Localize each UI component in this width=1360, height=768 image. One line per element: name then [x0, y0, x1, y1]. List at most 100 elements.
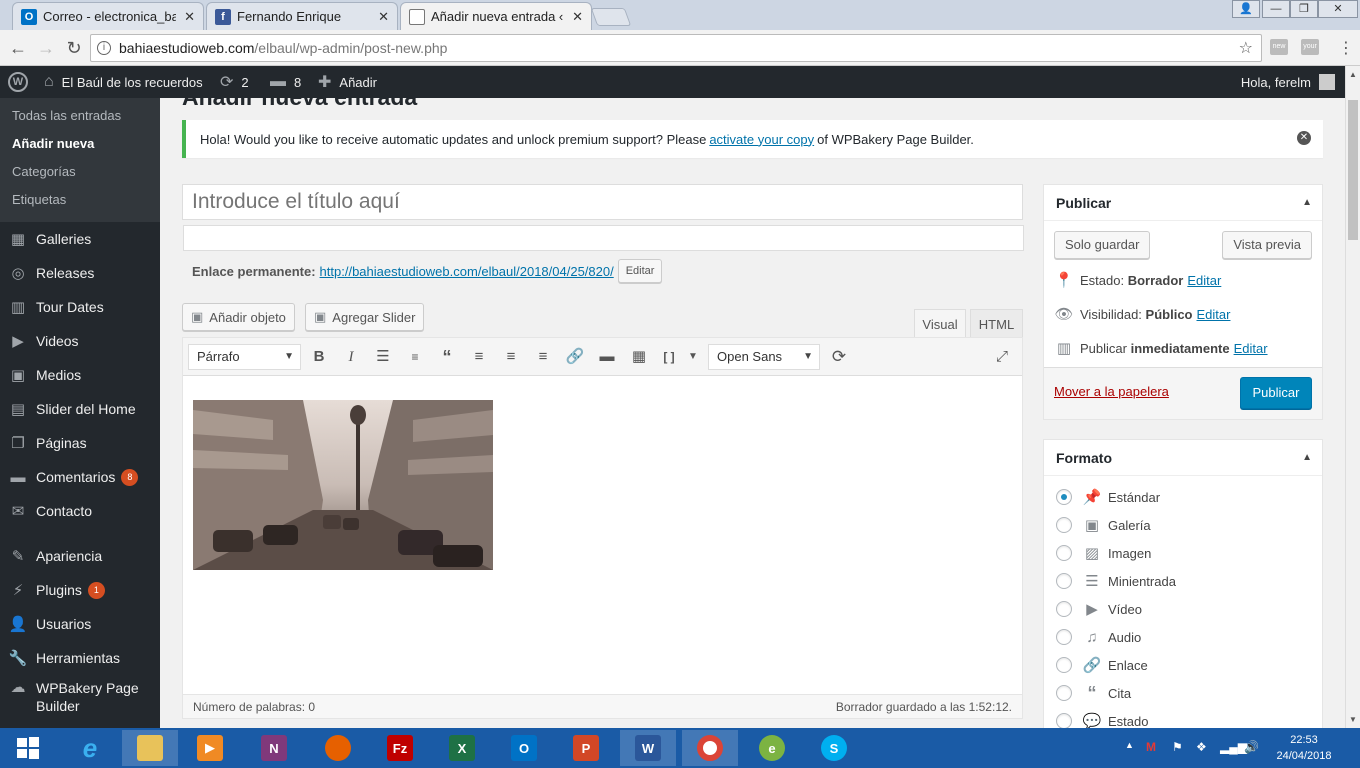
format-box-header[interactable]: Formato ▲	[1044, 440, 1322, 476]
forward-icon[interactable]: →	[34, 36, 58, 60]
menu-galleries[interactable]: ▦ Galleries	[0, 222, 160, 256]
move-to-trash-link[interactable]: Mover a la papelera	[1054, 384, 1169, 399]
format-option-gallery[interactable]: ▣ Galería	[1056, 515, 1151, 535]
link-icon[interactable]: 🔗	[564, 347, 586, 367]
close-tab-icon[interactable]: ✕	[184, 9, 195, 25]
menu-users[interactable]: 👤 Usuarios	[0, 607, 160, 641]
browser-tab-facebook[interactable]: f Fernando Enrique ✕	[206, 2, 398, 30]
taskbar-dreamweaver[interactable]: e	[744, 730, 800, 766]
tab-html[interactable]: HTML	[970, 309, 1023, 338]
volume-icon[interactable]: 🔊	[1244, 740, 1259, 754]
extension-icon[interactable]: new	[1270, 39, 1288, 55]
radio-button[interactable]	[1056, 545, 1072, 561]
profile-icon[interactable]: 👤	[1232, 0, 1260, 18]
close-tab-icon[interactable]: ✕	[572, 9, 583, 25]
edit-status-link[interactable]: Editar	[1187, 273, 1221, 288]
submenu-tags[interactable]: Etiquetas	[0, 186, 160, 214]
menu-tools[interactable]: 🔧 Herramientas	[0, 641, 160, 675]
scrollbar-thumb[interactable]	[1348, 100, 1358, 240]
radio-button[interactable]	[1056, 489, 1072, 505]
signal-icon[interactable]: ▂▄▆	[1220, 740, 1247, 754]
radio-button[interactable]	[1056, 657, 1072, 673]
format-option-image[interactable]: ▨ Imagen	[1056, 543, 1151, 563]
fullscreen-icon[interactable]: ⤢	[991, 347, 1013, 367]
scroll-down-arrow-icon[interactable]: ▼	[1349, 715, 1357, 724]
taskbar-file-explorer[interactable]	[122, 730, 178, 766]
edit-permalink-button[interactable]: Editar	[617, 259, 663, 283]
font-select[interactable]: Open Sans ▼	[708, 344, 820, 370]
extension-icon[interactable]: your	[1301, 39, 1319, 55]
blockquote-icon[interactable]: “	[436, 347, 458, 367]
add-slider-button[interactable]: ▣ Agregar Slider	[305, 303, 425, 331]
format-option-quote[interactable]: “Cita	[1056, 683, 1131, 703]
preview-button[interactable]: Vista previa	[1222, 231, 1312, 259]
taskbar-outlook[interactable]: O	[496, 730, 552, 766]
numbered-list-icon[interactable]: ≡	[404, 347, 426, 367]
add-new-link[interactable]: ✚ Añadir	[318, 66, 377, 98]
browser-tab-correo[interactable]: O Correo - electronica_bah ✕	[12, 2, 204, 30]
scroll-up-arrow-icon[interactable]: ▲	[1349, 70, 1357, 79]
permalink-url[interactable]: http://bahiaestudioweb.com/elbaul/2018/0…	[320, 264, 614, 279]
title-subfield[interactable]	[183, 225, 1024, 251]
taskbar-excel[interactable]: X	[434, 730, 490, 766]
menu-tour-dates[interactable]: ▥ Tour Dates	[0, 290, 160, 324]
taskbar-firefox[interactable]	[310, 730, 366, 766]
menu-comments[interactable]: ▬ Comentarios 8	[0, 460, 160, 494]
align-left-icon[interactable]: ≡	[468, 347, 490, 367]
format-option-standard[interactable]: 📌 Estándar	[1056, 487, 1160, 507]
wordpress-logo-icon[interactable]: W	[8, 66, 28, 98]
post-title-input[interactable]	[182, 184, 1023, 220]
radio-button[interactable]	[1056, 629, 1072, 645]
taskbar-chrome[interactable]	[682, 730, 738, 766]
comments-link[interactable]: ▬ 8	[270, 66, 301, 98]
format-option-status[interactable]: 💬 Estado	[1056, 711, 1148, 728]
menu-appearance[interactable]: ✎ Apariencia	[0, 539, 160, 573]
minimize-button[interactable]: —	[1262, 0, 1290, 18]
format-option-link[interactable]: 🔗 Enlace	[1056, 655, 1148, 675]
format-option-video[interactable]: ▶ Vídeo	[1056, 599, 1142, 619]
edit-schedule-link[interactable]: Editar	[1234, 341, 1268, 356]
radio-button[interactable]	[1056, 713, 1072, 728]
system-clock[interactable]: 22:53 24/04/2018	[1268, 732, 1340, 764]
taskbar-internet-explorer[interactable]: e	[62, 730, 118, 766]
menu-media[interactable]: ▣ Medios	[0, 358, 160, 392]
align-center-icon[interactable]: ≡	[500, 347, 522, 367]
menu-plugins[interactable]: ⚡ Plugins 1	[0, 573, 160, 607]
my-account-link[interactable]: Hola, ferelm	[1241, 66, 1335, 98]
format-option-audio[interactable]: ♫ Audio	[1056, 627, 1141, 647]
taskbar-skype[interactable]: S	[806, 730, 862, 766]
publish-box-header[interactable]: Publicar ▲	[1044, 185, 1322, 221]
menu-pages[interactable]: ❐ Páginas	[0, 426, 160, 460]
submenu-add-new[interactable]: Añadir nueva	[0, 130, 160, 158]
radio-button[interactable]	[1056, 601, 1072, 617]
add-media-button[interactable]: ▣ Añadir objeto	[182, 303, 295, 331]
restore-button[interactable]: ❐	[1290, 0, 1318, 18]
menu-videos[interactable]: ▶ Videos	[0, 324, 160, 358]
toolbar-toggle-icon[interactable]: ▦	[628, 347, 650, 367]
dismiss-notice-icon[interactable]: ✕	[1297, 131, 1311, 145]
tab-visual[interactable]: Visual	[914, 309, 966, 338]
new-tab-button[interactable]	[590, 8, 632, 26]
close-tab-icon[interactable]: ✕	[378, 9, 389, 25]
collapse-arrow-icon[interactable]: ▲	[1302, 440, 1312, 476]
submenu-categories[interactable]: Categorías	[0, 158, 160, 186]
updates-link[interactable]: ⟳ 2	[220, 66, 249, 98]
bullet-list-icon[interactable]: ☰	[372, 347, 394, 367]
radio-button[interactable]	[1056, 573, 1072, 589]
refresh-icon[interactable]: ⟳	[828, 347, 850, 367]
page-scrollbar[interactable]: ▲ ▼	[1345, 66, 1360, 728]
submenu-all-posts[interactable]: Todas las entradas	[0, 102, 160, 130]
taskbar-media-player[interactable]: ▶	[182, 730, 238, 766]
taskbar-powerpoint[interactable]: P	[558, 730, 614, 766]
shortcode-dropdown-icon[interactable]: ▼	[682, 347, 704, 367]
taskbar-filezilla[interactable]: Fz	[372, 730, 428, 766]
read-more-icon[interactable]: ▬	[596, 347, 618, 367]
address-bar[interactable]: i bahiaestudioweb.com/elbaul/wp-admin/po…	[90, 34, 1262, 62]
reload-icon[interactable]: ↻	[62, 36, 86, 60]
collapse-arrow-icon[interactable]: ▲	[1302, 185, 1312, 221]
tray-expand-icon[interactable]: ▲	[1125, 740, 1134, 750]
italic-button[interactable]: I	[340, 347, 362, 367]
street-photo[interactable]	[193, 400, 493, 570]
back-icon[interactable]: ←	[6, 36, 30, 60]
format-select[interactable]: Párrafo ▼	[188, 344, 301, 370]
